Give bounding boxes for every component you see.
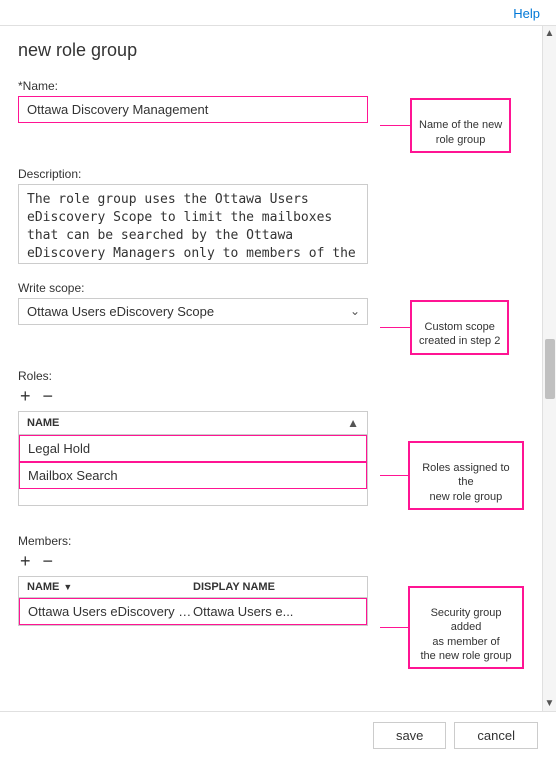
scrollbar[interactable]: ▲ ▼ xyxy=(542,26,556,711)
role-row-mailbox-search[interactable]: Mailbox Search xyxy=(19,462,367,489)
name-field-group: *Name: Name of the new role group xyxy=(18,79,524,153)
members-annotation: Security group added as member of the ne… xyxy=(408,586,524,669)
roles-sort-icon: ▲ xyxy=(347,416,359,430)
top-bar: Help xyxy=(0,0,556,26)
roles-column-name: NAME xyxy=(27,417,347,429)
member-row[interactable]: Ottawa Users eDiscovery Managers Ottawa … xyxy=(19,598,367,625)
roles-label: Roles: xyxy=(18,369,524,383)
members-icon-row: + − xyxy=(18,552,524,570)
members-add-button[interactable]: + xyxy=(18,552,33,570)
scroll-down-arrow[interactable]: ▼ xyxy=(545,698,555,709)
roles-icon-row: + − xyxy=(18,387,524,405)
help-link[interactable]: Help xyxy=(513,6,540,21)
roles-annotation: Roles assigned to the new role group xyxy=(408,441,524,510)
members-remove-button[interactable]: − xyxy=(41,552,56,570)
roles-table-header: NAME ▲ xyxy=(19,412,367,435)
scroll-thumb[interactable] xyxy=(545,339,555,399)
description-field-group: Description: The role group uses the Ott… xyxy=(18,167,524,267)
roles-table: NAME ▲ Legal Hold Mailbox Search xyxy=(18,411,368,506)
footer-bar: save cancel xyxy=(0,711,556,759)
write-scope-select-wrapper: Ottawa Users eDiscovery Scope ⌄ xyxy=(18,298,368,325)
page-title: new role group xyxy=(18,40,524,61)
members-section: Members: + − NAME ▼ DISPLAY NAME Ottawa … xyxy=(18,534,524,669)
members-table-header: NAME ▼ DISPLAY NAME xyxy=(19,577,367,598)
members-table: NAME ▼ DISPLAY NAME Ottawa Users eDiscov… xyxy=(18,576,368,626)
roles-table-body: Legal Hold Mailbox Search xyxy=(19,435,367,505)
write-scope-label: Write scope: xyxy=(18,281,524,295)
members-sort-icon: ▼ xyxy=(63,582,72,592)
cancel-button[interactable]: cancel xyxy=(454,722,538,749)
save-button[interactable]: save xyxy=(373,722,446,749)
members-column-display: DISPLAY NAME xyxy=(193,581,359,593)
member-display-name: Ottawa Users e... xyxy=(193,604,358,619)
main-container: new role group *Name: Name of the new ro… xyxy=(0,26,556,711)
members-column-name: NAME ▼ xyxy=(27,581,193,593)
members-label: Members: xyxy=(18,534,524,548)
description-input[interactable]: The role group uses the Ottawa Users eDi… xyxy=(18,184,368,264)
content-area: new role group *Name: Name of the new ro… xyxy=(0,26,542,711)
name-annotation: Name of the new role group xyxy=(410,98,511,153)
scope-annotation: Custom scope created in step 2 xyxy=(410,300,509,355)
scroll-up-arrow[interactable]: ▲ xyxy=(545,28,555,39)
roles-remove-button[interactable]: − xyxy=(41,387,56,405)
name-input[interactable] xyxy=(18,96,368,123)
roles-section: Roles: + − NAME ▲ Legal Hold Mailbox Sea… xyxy=(18,369,524,520)
write-scope-group: Write scope: Ottawa Users eDiscovery Sco… xyxy=(18,281,524,355)
name-label: *Name: xyxy=(18,79,524,93)
write-scope-select[interactable]: Ottawa Users eDiscovery Scope xyxy=(18,298,368,325)
member-name: Ottawa Users eDiscovery Managers xyxy=(28,604,193,619)
roles-add-button[interactable]: + xyxy=(18,387,33,405)
description-label: Description: xyxy=(18,167,524,181)
role-row-legal-hold[interactable]: Legal Hold xyxy=(19,435,367,462)
